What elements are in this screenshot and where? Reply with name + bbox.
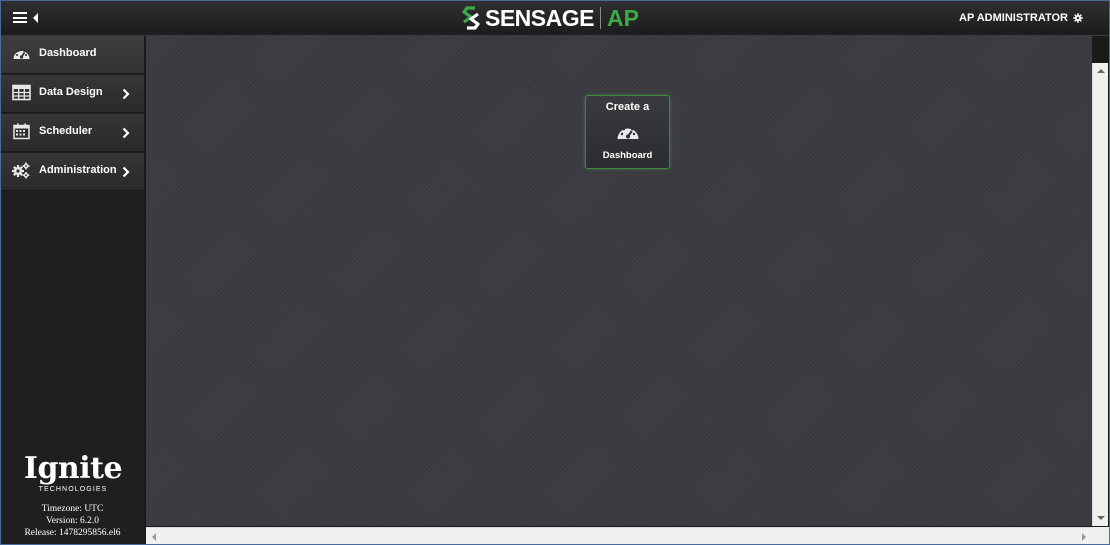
scroll-right-arrow-icon[interactable] xyxy=(1082,533,1086,541)
app-window: SENSAGE AP AP ADMINISTRATOR Dashboard Da… xyxy=(0,0,1110,545)
create-card-title: Create a xyxy=(605,101,650,113)
sidebar-item-scheduler[interactable]: Scheduler xyxy=(1,114,144,152)
horizontal-scrollbar[interactable] xyxy=(146,527,1092,544)
calendar-icon xyxy=(13,123,30,140)
gear-icon xyxy=(1073,13,1083,23)
sidebar-item-label: Dashboard xyxy=(39,47,97,59)
hamburger-icon xyxy=(13,12,27,23)
scroll-up-arrow-icon[interactable] xyxy=(1097,69,1105,73)
sidebar: Dashboard Data Design Scheduler Administ… xyxy=(1,36,144,544)
scroll-down-arrow-icon[interactable] xyxy=(1097,516,1105,520)
chevron-right-icon xyxy=(122,127,130,139)
main-content: Create a Dashboard xyxy=(146,36,1092,526)
ignite-brand-tagline: TECHNOLOGIES xyxy=(38,486,108,493)
release-text: Release: 1478295856.el6 xyxy=(24,528,121,538)
chevron-right-icon xyxy=(122,88,130,100)
sidebar-item-dashboard[interactable]: Dashboard xyxy=(1,36,144,74)
user-menu[interactable]: AP ADMINISTRATOR xyxy=(959,12,1083,24)
collapse-caret-icon xyxy=(33,13,38,23)
logo-divider xyxy=(599,7,601,29)
sidebar-item-label: Data Design xyxy=(39,86,103,98)
vertical-scrollbar[interactable] xyxy=(1092,63,1108,526)
scrollbar-corner xyxy=(1092,527,1109,544)
sensage-logo-icon xyxy=(462,6,480,30)
table-icon xyxy=(12,84,31,101)
logo-suffix: AP xyxy=(606,4,639,31)
app-logo: SENSAGE AP xyxy=(461,4,639,32)
ignite-logo: Ignite TECHNOLOGIES xyxy=(17,452,129,498)
create-dashboard-button[interactable]: Create a Dashboard xyxy=(585,95,670,169)
sidebar-item-administration[interactable]: Administration xyxy=(1,153,144,191)
ignite-brand-name: Ignite xyxy=(23,451,123,486)
sidebar-item-data-design[interactable]: Data Design xyxy=(1,75,144,113)
gears-icon xyxy=(12,162,30,179)
dashboard-icon xyxy=(13,48,30,59)
user-name: AP ADMINISTRATOR xyxy=(959,12,1068,24)
sidebar-item-label: Administration xyxy=(39,164,117,176)
sidebar-item-label: Scheduler xyxy=(39,125,93,137)
top-bar: SENSAGE AP AP ADMINISTRATOR xyxy=(1,1,1109,36)
version-text: Version: 6.2.0 xyxy=(45,516,100,526)
logo-text: SENSAGE xyxy=(485,4,594,31)
create-card-label: Dashboard xyxy=(602,150,653,161)
timezone-text: Timezone: UTC xyxy=(41,504,104,514)
sidebar-footer: Ignite TECHNOLOGIES Timezone: UTC Versio… xyxy=(1,448,144,544)
scroll-left-arrow-icon[interactable] xyxy=(152,533,156,541)
sidebar-toggle-button[interactable] xyxy=(13,10,45,26)
chevron-right-icon xyxy=(122,166,130,178)
dashboard-icon xyxy=(617,126,639,139)
